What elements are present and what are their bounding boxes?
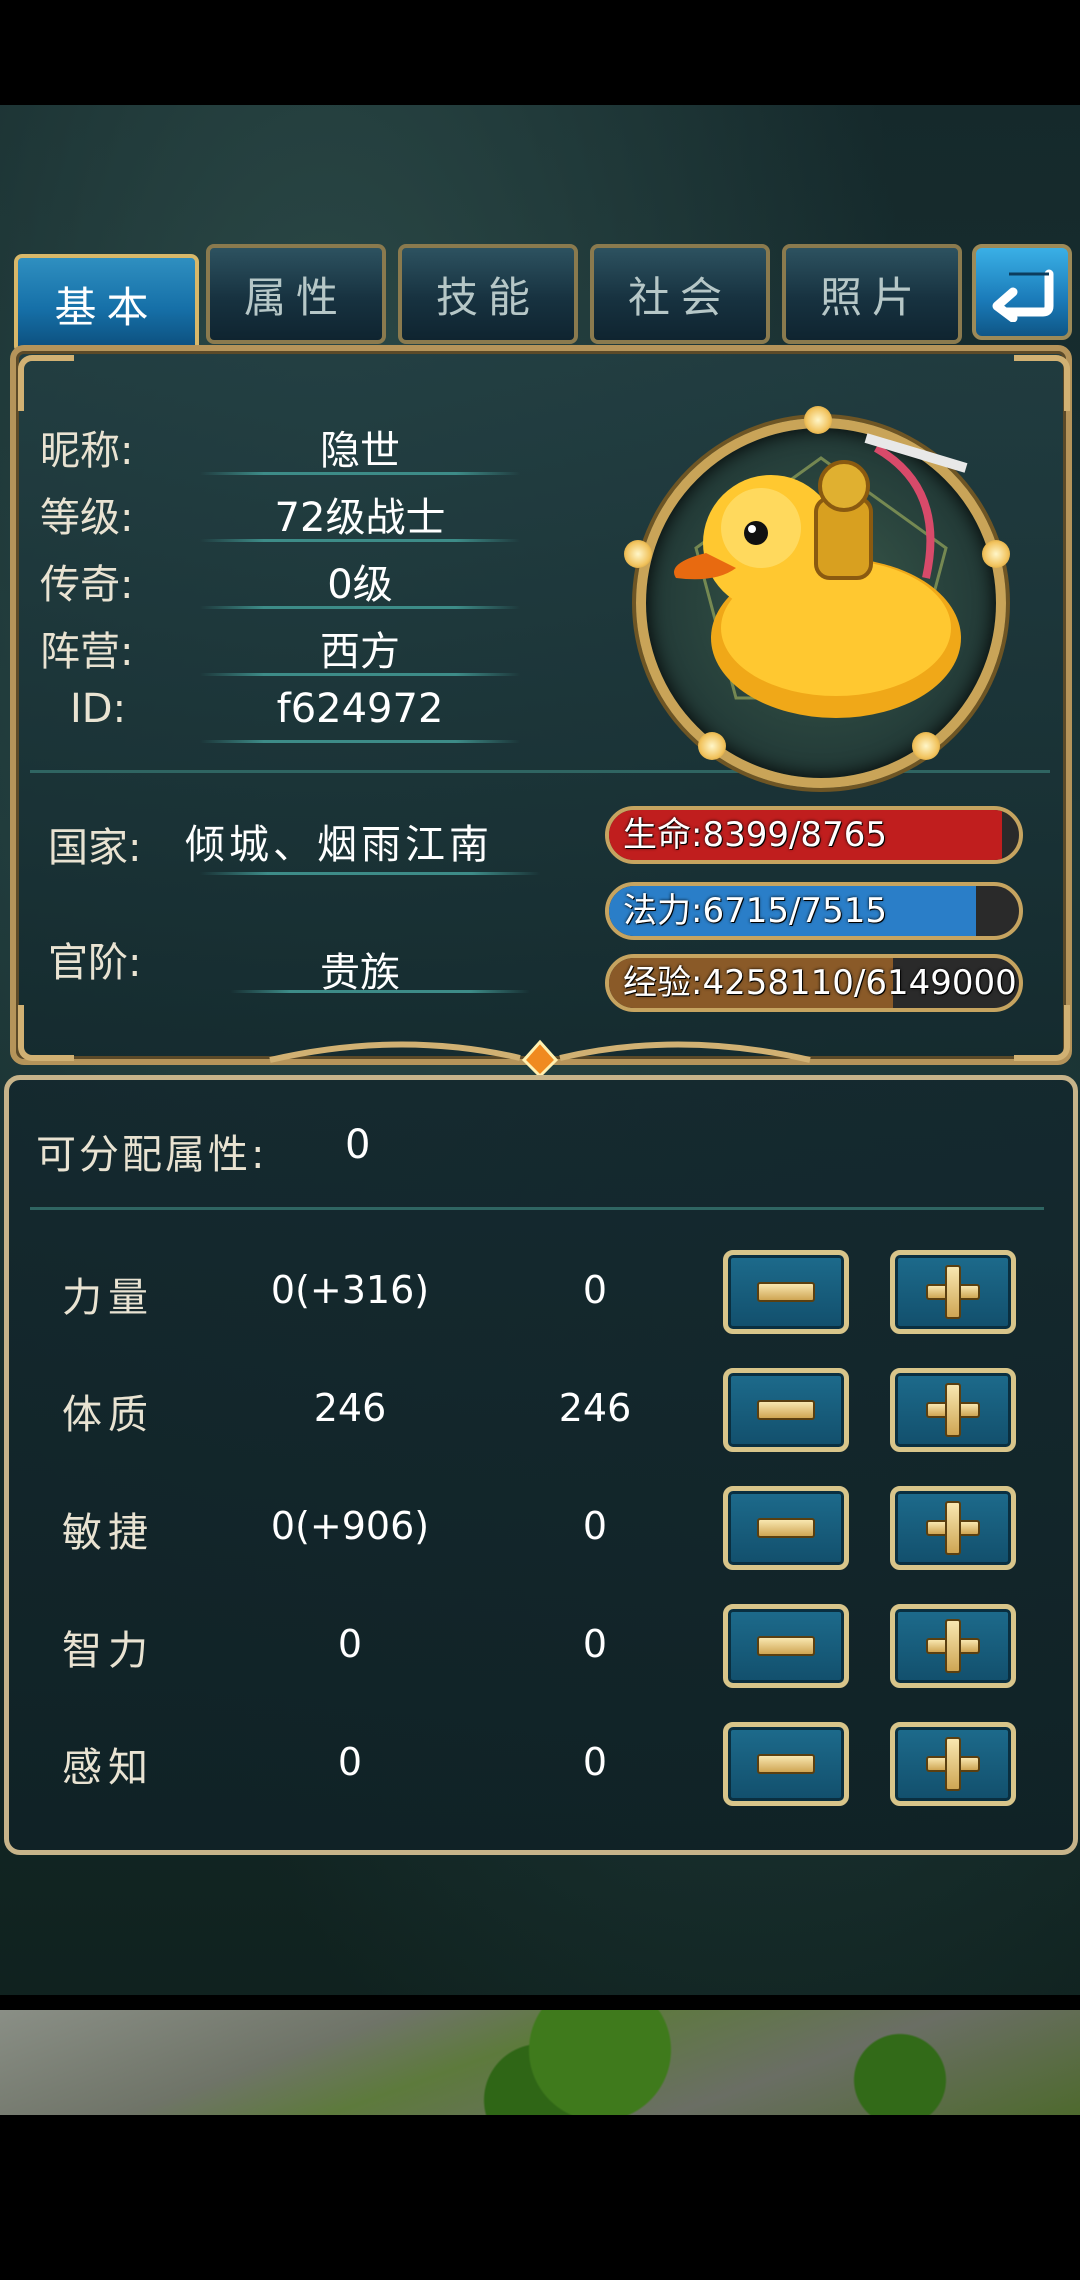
intelligence-minus-button[interactable] [723, 1604, 849, 1688]
attr-name-perception: 感知 [62, 1745, 154, 1791]
row-underline [230, 990, 530, 993]
attr-base-intelligence: 0 [337, 1622, 363, 1666]
rubber-duck-mount-icon [674, 433, 968, 718]
attr-alloc-agility: 0 [582, 1504, 608, 1548]
row-underline [200, 539, 520, 542]
plus-icon [926, 1737, 980, 1791]
panel-corner-ornament [1014, 1005, 1070, 1061]
attr-base-strength: 0(+316) [270, 1268, 430, 1312]
constitution-minus-button[interactable] [723, 1368, 849, 1452]
country-value: 倾城、烟雨江南 [185, 822, 493, 868]
attr-base-agility: 0(+906) [270, 1504, 430, 1548]
row-underline [200, 872, 540, 875]
intelligence-plus-button[interactable] [890, 1604, 1016, 1688]
ring-node [982, 540, 1010, 568]
minus-icon [757, 1282, 815, 1302]
plus-icon [926, 1501, 980, 1555]
minus-icon [757, 1518, 815, 1538]
plus-icon [926, 1265, 980, 1319]
rank-label: 官阶: [48, 940, 142, 986]
mp-bar-text: 法力:6715/7515 [623, 891, 887, 931]
nickname-label: 昵称: [40, 428, 134, 474]
attr-name-intelligence: 智力 [62, 1628, 154, 1674]
attr-name-strength: 力量 [62, 1275, 154, 1321]
mp-bar: 法力:6715/7515 [605, 882, 1023, 940]
perception-plus-button[interactable] [890, 1722, 1016, 1806]
nickname-value: 隐世 [320, 428, 400, 474]
tab-photos[interactable]: 照片 [782, 244, 962, 344]
row-underline [200, 740, 520, 743]
ring-node [912, 732, 940, 760]
tab-attributes[interactable]: 属性 [206, 244, 386, 344]
ring-node [698, 732, 726, 760]
level-label: 等级: [40, 495, 134, 541]
id-value: f624972 [276, 686, 444, 732]
attr-alloc-perception: 0 [582, 1740, 608, 1784]
back-arrow-icon [992, 269, 1054, 322]
section-divider [30, 1207, 1044, 1210]
free-points-label: 可分配属性: [36, 1132, 268, 1178]
attr-alloc-constitution: 246 [558, 1386, 632, 1430]
panel-corner-ornament [18, 1005, 74, 1061]
exp-bar: 经验:4258110/6149000 [605, 954, 1023, 1012]
row-underline [200, 673, 520, 676]
game-world-terrain [0, 2010, 1080, 2115]
agility-plus-button[interactable] [890, 1486, 1016, 1570]
ring-node [624, 540, 652, 568]
level-value: 72级战士 [274, 495, 446, 541]
constitution-plus-button[interactable] [890, 1368, 1016, 1452]
attr-name-agility: 敏捷 [62, 1510, 154, 1556]
back-button[interactable] [972, 244, 1072, 340]
hp-bar-text: 生命:8399/8765 [623, 815, 887, 855]
minus-icon [757, 1400, 815, 1420]
faction-label: 阵营: [40, 629, 134, 675]
attr-alloc-intelligence: 0 [582, 1622, 608, 1666]
strength-minus-button[interactable] [723, 1250, 849, 1334]
row-underline [200, 606, 520, 609]
ring-node [804, 406, 832, 434]
perception-minus-button[interactable] [723, 1722, 849, 1806]
attr-alloc-strength: 0 [582, 1268, 608, 1312]
country-label: 国家: [48, 825, 142, 871]
agility-minus-button[interactable] [723, 1486, 849, 1570]
tab-basic[interactable]: 基本 [14, 254, 199, 354]
panel-ornament-icon [269, 1039, 811, 1079]
id-label: ID: [70, 686, 127, 732]
panel-corner-ornament [1014, 355, 1070, 411]
character-avatar-frame[interactable] [636, 418, 1006, 788]
free-points-value: 0 [345, 1122, 371, 1168]
panel-corner-ornament [18, 355, 74, 411]
plus-icon [926, 1383, 980, 1437]
attr-base-constitution: 246 [313, 1386, 387, 1430]
attr-base-perception: 0 [337, 1740, 363, 1784]
plus-icon [926, 1619, 980, 1673]
status-bar-area [0, 0, 1080, 105]
minus-icon [757, 1754, 815, 1774]
faction-value: 西方 [320, 629, 400, 675]
strength-plus-button[interactable] [890, 1250, 1016, 1334]
attr-name-constitution: 体质 [62, 1392, 154, 1438]
hp-bar: 生命:8399/8765 [605, 806, 1023, 864]
legend-label: 传奇: [40, 562, 134, 608]
navigation-bar-area [0, 2115, 1080, 2280]
tab-social[interactable]: 社会 [590, 244, 770, 344]
tab-skills[interactable]: 技能 [398, 244, 578, 344]
legend-value: 0级 [327, 562, 393, 608]
exp-bar-text: 经验:4258110/6149000 [623, 963, 1017, 1003]
row-underline [200, 472, 520, 475]
minus-icon [757, 1636, 815, 1656]
